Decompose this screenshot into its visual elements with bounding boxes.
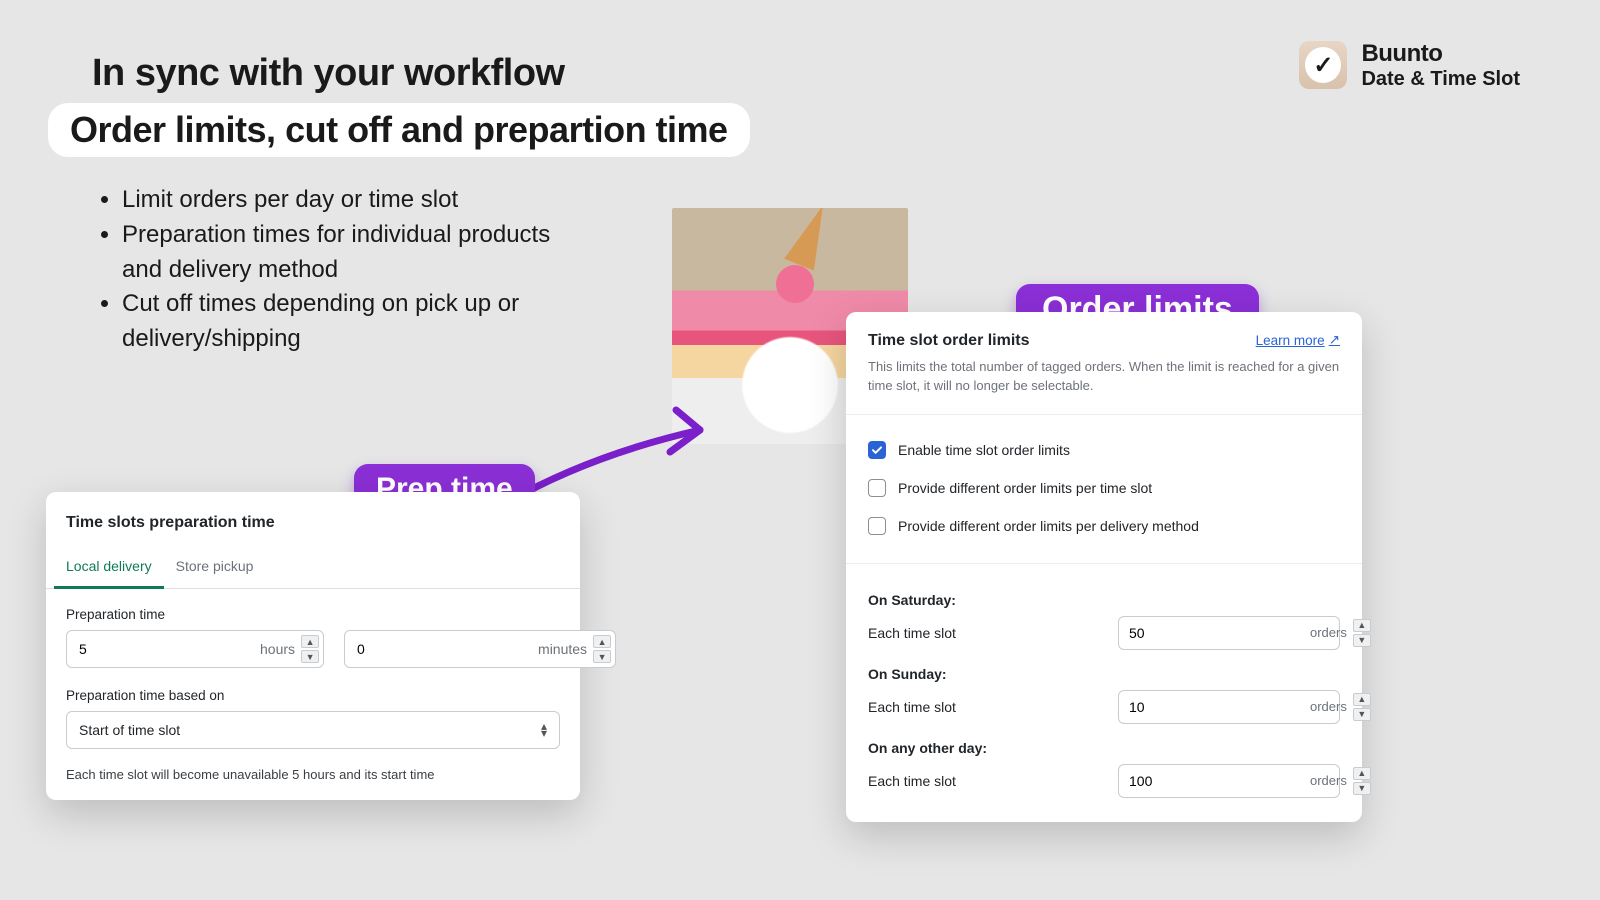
hero-heading-2-pill: Order limits, cut off and prepartion tim… <box>48 103 750 157</box>
order-limits-card: Time slot order limits Learn more ↗ This… <box>846 312 1362 822</box>
day-heading-sunday: On Sunday: <box>868 666 1340 682</box>
bullet-item: Preparation times for individual product… <box>122 218 572 288</box>
chevron-down-icon[interactable]: ▼ <box>1353 708 1371 721</box>
hours-input[interactable] <box>79 641 260 657</box>
each-slot-label: Each time slot <box>868 625 956 641</box>
saturday-limit-input-wrap[interactable]: orders ▲ ▼ <box>1118 616 1340 650</box>
prep-time-card: Time slots preparation time Local delive… <box>46 492 580 800</box>
minutes-input[interactable] <box>357 641 538 657</box>
based-on-select[interactable]: Start of time slot ▴▾ <box>66 711 560 749</box>
brand-block: ✓ Buunto Date & Time Slot <box>1299 40 1520 91</box>
learn-more-label: Learn more <box>1256 333 1325 348</box>
minutes-input-wrap[interactable]: minutes ▲ ▼ <box>344 630 616 668</box>
prep-tabs: Local delivery Store pickup <box>46 548 580 589</box>
hero-heading-2: Order limits, cut off and prepartion tim… <box>70 109 728 151</box>
checkbox-icon <box>868 517 886 535</box>
tab-local-delivery[interactable]: Local delivery <box>54 548 164 589</box>
otherday-limit-input[interactable] <box>1129 773 1310 789</box>
prep-hint: Each time slot will become unavailable 5… <box>66 767 560 782</box>
label-based-on: Preparation time based on <box>66 688 560 703</box>
chevron-up-icon[interactable]: ▲ <box>1353 619 1371 632</box>
hours-spinner[interactable]: ▲ ▼ <box>301 635 319 663</box>
label-prep-time: Preparation time <box>66 607 560 622</box>
sunday-spinner[interactable]: ▲ ▼ <box>1353 693 1371 721</box>
chevron-down-icon[interactable]: ▼ <box>593 650 611 663</box>
order-card-title: Time slot order limits <box>868 332 1030 350</box>
checkbox-icon <box>868 441 886 459</box>
chevron-up-icon[interactable]: ▲ <box>593 635 611 648</box>
day-heading-saturday: On Saturday: <box>868 592 1340 608</box>
hero: In sync with your workflow Order limits,… <box>92 52 750 357</box>
checkbox-per-method[interactable]: Provide different order limits per deliv… <box>868 507 1340 545</box>
hours-unit: hours <box>260 641 295 657</box>
brand-name: Buunto <box>1361 40 1520 68</box>
brand-subtitle: Date & Time Slot <box>1361 68 1520 91</box>
chevron-down-icon[interactable]: ▼ <box>1353 634 1371 647</box>
hours-input-wrap[interactable]: hours ▲ ▼ <box>66 630 324 668</box>
checkbox-enable-limits[interactable]: Enable time slot order limits <box>868 431 1340 469</box>
otherday-limit-input-wrap[interactable]: orders ▲ ▼ <box>1118 764 1340 798</box>
checkmark-icon: ✓ <box>1305 47 1341 83</box>
chevron-up-icon[interactable]: ▲ <box>301 635 319 648</box>
saturday-limit-input[interactable] <box>1129 625 1310 641</box>
orders-unit: orders <box>1310 773 1347 788</box>
checkbox-label: Provide different order limits per deliv… <box>898 518 1199 534</box>
bullet-item: Cut off times depending on pick up or de… <box>122 287 572 357</box>
orders-unit: orders <box>1310 699 1347 714</box>
tab-store-pickup[interactable]: Store pickup <box>164 548 266 588</box>
each-slot-label: Each time slot <box>868 773 956 789</box>
minutes-spinner[interactable]: ▲ ▼ <box>593 635 611 663</box>
chevron-down-icon[interactable]: ▼ <box>301 650 319 663</box>
external-link-icon: ↗ <box>1329 332 1340 348</box>
otherday-spinner[interactable]: ▲ ▼ <box>1353 767 1371 795</box>
checkbox-icon <box>868 479 886 497</box>
checkbox-label: Enable time slot order limits <box>898 442 1070 458</box>
brand-logo: ✓ <box>1299 41 1347 89</box>
learn-more-link[interactable]: Learn more ↗ <box>1256 332 1340 348</box>
select-value: Start of time slot <box>79 722 180 738</box>
chevron-down-icon[interactable]: ▼ <box>1353 782 1371 795</box>
prep-card-title: Time slots preparation time <box>46 514 580 548</box>
orders-unit: orders <box>1310 625 1347 640</box>
checkbox-per-slot[interactable]: Provide different order limits per time … <box>868 469 1340 507</box>
bullet-item: Limit orders per day or time slot <box>122 183 572 218</box>
hero-heading-1: In sync with your workflow <box>92 52 750 95</box>
chevron-up-icon[interactable]: ▲ <box>1353 767 1371 780</box>
saturday-spinner[interactable]: ▲ ▼ <box>1353 619 1371 647</box>
chevron-up-icon[interactable]: ▲ <box>1353 693 1371 706</box>
order-card-desc: This limits the total number of tagged o… <box>846 354 1362 415</box>
sunday-limit-input-wrap[interactable]: orders ▲ ▼ <box>1118 690 1340 724</box>
select-caret-icon: ▴▾ <box>541 723 547 737</box>
checkbox-label: Provide different order limits per time … <box>898 480 1152 496</box>
sunday-limit-input[interactable] <box>1129 699 1310 715</box>
day-heading-other: On any other day: <box>868 740 1340 756</box>
each-slot-label: Each time slot <box>868 699 956 715</box>
feature-bullets: Limit orders per day or time slot Prepar… <box>92 183 572 357</box>
minutes-unit: minutes <box>538 641 587 657</box>
